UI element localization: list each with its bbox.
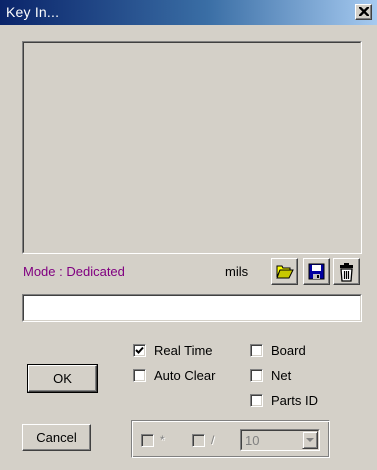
key-in-input[interactable] <box>22 294 362 322</box>
auto-clear-checkbox[interactable] <box>133 368 146 382</box>
auto-clear-label: Auto Clear <box>154 367 216 383</box>
board-label: Board <box>271 342 306 358</box>
parts-id-label: Parts ID <box>271 392 318 408</box>
net-option[interactable]: Net <box>250 367 291 383</box>
board-option[interactable]: Board <box>250 342 306 358</box>
net-label: Net <box>271 367 292 383</box>
chevron-down-icon <box>306 438 314 442</box>
units-label: mils <box>225 264 249 279</box>
combo-dropdown-button <box>302 431 318 449</box>
multiply-label: * <box>160 433 165 447</box>
scale-combo: 10 <box>240 429 320 451</box>
checkmark-icon <box>135 346 144 354</box>
board-checkbox[interactable] <box>250 343 263 357</box>
divide-label: / <box>211 433 215 447</box>
folder-open-icon <box>276 265 294 279</box>
mode-label: Mode : Dedicated <box>23 264 125 279</box>
trash-icon <box>340 263 353 282</box>
output-display <box>22 41 362 254</box>
multiply-checkbox <box>141 433 154 447</box>
cancel-button[interactable]: Cancel <box>22 424 91 451</box>
parts-id-option[interactable]: Parts ID <box>250 392 318 408</box>
net-checkbox[interactable] <box>250 368 263 382</box>
open-button[interactable] <box>271 258 298 285</box>
real-time-label: Real Time <box>154 342 213 358</box>
ok-button-label: OK <box>53 371 72 386</box>
ok-button[interactable]: OK <box>27 364 98 393</box>
command-input-field[interactable] <box>24 296 360 320</box>
key-in-dialog: Key In... Mode : Dedicated mils OK Cance… <box>0 0 377 470</box>
real-time-checkbox[interactable] <box>133 343 146 357</box>
divide-checkbox <box>192 433 205 447</box>
multiply-option: * <box>141 432 165 448</box>
cancel-button-label: Cancel <box>36 430 77 445</box>
window-title: Key In... <box>6 4 60 20</box>
real-time-option[interactable]: Real Time <box>133 342 213 358</box>
divide-option: / <box>192 432 214 448</box>
auto-clear-option[interactable]: Auto Clear <box>133 367 215 383</box>
floppy-disk-icon <box>308 263 325 280</box>
scale-combo-value: 10 <box>245 433 260 448</box>
close-button[interactable] <box>355 4 372 20</box>
title-bar[interactable]: Key In... <box>0 0 377 25</box>
save-button[interactable] <box>303 258 330 285</box>
delete-button[interactable] <box>333 258 360 285</box>
close-icon <box>359 7 369 16</box>
parts-id-checkbox[interactable] <box>250 393 263 407</box>
